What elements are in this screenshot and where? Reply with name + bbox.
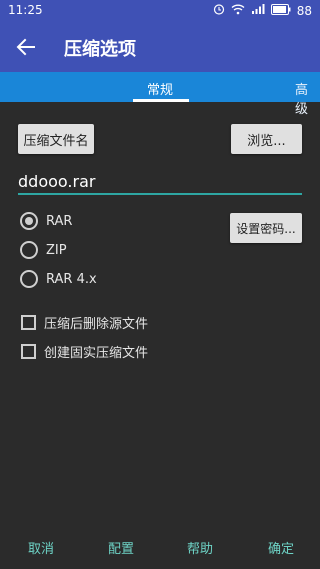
status-icons: 88 [213, 3, 312, 18]
option-delete-after[interactable]: 压缩后删除源文件 [21, 313, 148, 332]
radio-button[interactable] [20, 270, 38, 288]
tab-bar: 常规 高级 [0, 72, 320, 117]
wifi-icon [231, 3, 245, 18]
radio-label: RAR [46, 213, 73, 229]
input-underline [18, 193, 302, 195]
browse-button[interactable]: 浏览... [231, 124, 302, 154]
checkbox-label: 压缩后删除源文件 [44, 317, 149, 332]
radio-label: RAR 4.x [46, 271, 97, 287]
radio-zip[interactable]: ZIP [20, 241, 67, 259]
checkbox-label: 创建固实压缩文件 [44, 346, 149, 361]
status-time: 11:25 [8, 3, 43, 17]
ok-button[interactable]: 确定 [268, 538, 294, 557]
radio-rar[interactable]: RAR [20, 212, 72, 230]
alarm-icon [213, 3, 225, 18]
archive-name-button[interactable]: 压缩文件名 [18, 124, 94, 154]
battery-icon [270, 3, 291, 18]
app-bar: 压缩选项 [0, 22, 320, 72]
checkbox[interactable] [21, 315, 36, 330]
profiles-button[interactable]: 配置 [108, 538, 134, 557]
footer-bar: 取消 配置 帮助 确定 [0, 530, 320, 560]
option-solid-archive[interactable]: 创建固实压缩文件 [21, 342, 148, 361]
archive-name-input[interactable] [18, 168, 302, 194]
radio-rar4[interactable]: RAR 4.x [20, 270, 97, 288]
page-title: 压缩选项 [64, 39, 136, 60]
tab-indicator [133, 99, 189, 102]
battery-level: 88 [296, 3, 312, 18]
radio-button[interactable] [20, 212, 38, 230]
radio-label: ZIP [46, 242, 67, 258]
signal-icon [251, 3, 265, 18]
radio-button[interactable] [20, 241, 38, 259]
back-arrow-icon[interactable] [14, 35, 38, 59]
set-password-button[interactable]: 设置密码... [230, 213, 302, 243]
help-button[interactable]: 帮助 [187, 538, 213, 557]
status-bar: 11:25 88 [0, 0, 320, 22]
tab-advanced[interactable]: 高级 [295, 79, 320, 117]
cancel-button[interactable]: 取消 [28, 538, 54, 557]
tab-general[interactable]: 常规 [147, 79, 173, 98]
checkbox[interactable] [21, 344, 36, 359]
